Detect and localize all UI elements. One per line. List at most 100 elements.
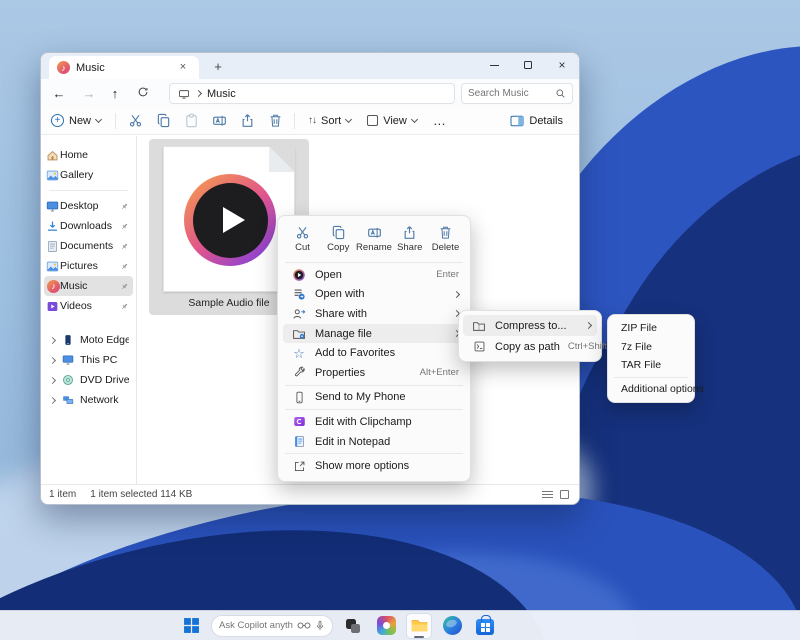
sidebar-item-downloads[interactable]: Downloads	[44, 216, 133, 236]
sidebar-item-label: Desktop	[60, 200, 114, 212]
mic-icon[interactable]	[315, 620, 325, 632]
breadcrumb-chevron-icon	[195, 90, 202, 97]
close-button[interactable]: ×	[545, 53, 579, 77]
submenu-item-compress-to[interactable]: Compress to...	[463, 315, 597, 336]
task-view-icon	[344, 617, 362, 635]
submenu-item-zip-file[interactable]: ZIP File	[612, 319, 690, 338]
copy-button[interactable]	[149, 109, 177, 133]
sidebar-gap	[41, 316, 136, 330]
menu-item-send-to-my-phone[interactable]: Send to My Phone	[283, 388, 465, 408]
menu-item-show-more-options[interactable]: Show more options	[283, 456, 465, 476]
menu-item-label: Share with	[315, 308, 446, 320]
large-icons-view-icon[interactable]	[560, 490, 569, 499]
sidebar-item-videos[interactable]: Videos	[44, 296, 133, 316]
submenu-item-tar-file[interactable]: TAR File	[612, 356, 690, 375]
delete-quick-button[interactable]: Delete	[428, 222, 463, 256]
microsoft-store-button[interactable]	[472, 613, 498, 639]
breadcrumb-location[interactable]: Music	[207, 88, 236, 100]
menu-item-properties[interactable]: Properties Alt+Enter	[283, 363, 465, 383]
expand-chevron-icon[interactable]	[48, 398, 56, 403]
sidebar-item-documents[interactable]: Documents	[44, 236, 133, 256]
tab-music[interactable]: ♪ Music ×	[49, 56, 199, 79]
expand-chevron-icon[interactable]	[48, 378, 56, 383]
sidebar-item-home[interactable]: Home	[44, 145, 133, 165]
search-input[interactable]	[468, 88, 555, 99]
command-toolbar: + New ↑↓	[41, 107, 579, 135]
task-view-button[interactable]	[340, 613, 366, 639]
refresh-button[interactable]	[131, 86, 155, 101]
taskbar-search[interactable]	[211, 615, 333, 637]
new-button[interactable]: + New	[41, 109, 110, 133]
sidebar-item-this-pc[interactable]: This PC	[44, 350, 133, 370]
clipchamp-icon	[291, 415, 307, 428]
sort-button[interactable]: ↑↓ Sort	[300, 109, 359, 133]
sidebar-item-dvd-drive[interactable]: DVD Drive (D:) CCC	[44, 370, 133, 390]
sidebar-item-label: Videos	[60, 300, 114, 312]
photos-app-button[interactable]	[373, 613, 399, 639]
sidebar-divider	[49, 190, 128, 191]
details-view-icon[interactable]	[542, 491, 553, 498]
view-button[interactable]: View	[359, 109, 425, 133]
edge-browser-button[interactable]	[439, 613, 465, 639]
menu-item-open[interactable]: Open Enter	[283, 265, 465, 285]
downloads-icon	[46, 220, 59, 233]
menu-item-shortcut: Alt+Enter	[420, 367, 459, 378]
sidebar-item-pictures[interactable]: Pictures	[44, 256, 133, 276]
back-button[interactable]: ←	[47, 86, 71, 101]
menu-item-edit-with-clipchamp[interactable]: Edit with Clipchamp	[283, 412, 465, 432]
submenu-item-copy-as-path[interactable]: Copy as path Ctrl+Shift+C	[463, 336, 597, 357]
minimize-button[interactable]	[477, 53, 511, 77]
rename-button[interactable]	[205, 109, 233, 133]
menu-item-share-with[interactable]: Share with	[283, 304, 465, 324]
forward-button[interactable]: →	[77, 86, 101, 101]
more-options-button[interactable]: …	[425, 109, 454, 133]
new-tab-button[interactable]: +	[209, 58, 227, 76]
item-count: 1 item	[49, 489, 76, 500]
search-box[interactable]	[461, 83, 573, 104]
maximize-button[interactable]	[511, 53, 545, 77]
audio-play-icon	[184, 174, 276, 266]
sidebar-item-desktop[interactable]: Desktop	[44, 196, 133, 216]
photos-icon	[377, 616, 396, 635]
menu-item-open-with[interactable]: Open with	[283, 285, 465, 305]
file-explorer-button[interactable]	[406, 613, 432, 639]
menu-item-edit-in-notepad[interactable]: Edit in Notepad	[283, 432, 465, 452]
sidebar-item-network[interactable]: Network	[44, 390, 133, 410]
taskbar	[0, 610, 800, 640]
desktop-icon	[46, 200, 59, 213]
menu-item-label: Add to Favorites	[315, 347, 459, 359]
up-button[interactable]: ↑	[103, 86, 127, 101]
sidebar-item-gallery[interactable]: Gallery	[44, 165, 133, 185]
maximize-icon	[524, 61, 532, 69]
home-icon	[46, 149, 59, 162]
documents-icon	[46, 240, 59, 253]
cut-button[interactable]	[121, 109, 149, 133]
cut-quick-button[interactable]: Cut	[285, 222, 320, 256]
expand-chevron-icon[interactable]	[48, 338, 56, 343]
tab-close-icon[interactable]: ×	[175, 60, 191, 76]
copy-quick-button[interactable]: Copy	[321, 222, 356, 256]
delete-button[interactable]	[261, 109, 289, 133]
minimize-icon	[490, 65, 499, 66]
paste-icon	[184, 113, 199, 128]
copilot-search-input[interactable]	[219, 620, 293, 631]
details-pane-icon	[510, 115, 524, 127]
menu-item-add-to-favorites[interactable]: ☆ Add to Favorites	[283, 343, 465, 363]
paste-button[interactable]	[177, 109, 205, 133]
start-button[interactable]	[178, 613, 204, 639]
submenu-item-7z-file[interactable]: 7z File	[612, 338, 690, 357]
windows-logo-icon	[183, 617, 200, 634]
cut-icon	[128, 113, 143, 128]
sidebar-item-phone-device[interactable]: Moto Edge 50 Neo	[44, 330, 133, 350]
rename-quick-button[interactable]: Rename	[357, 222, 392, 256]
chevron-down-icon	[95, 115, 102, 122]
details-toggle-button[interactable]: Details	[504, 109, 569, 133]
share-quick-button[interactable]: Share	[392, 222, 427, 256]
submenu-item-additional-options[interactable]: Additional options	[612, 380, 690, 399]
sidebar-item-music[interactable]: ♪ Music	[44, 276, 133, 296]
expand-chevron-icon[interactable]	[48, 358, 56, 363]
menu-item-manage-file[interactable]: Manage file	[283, 324, 465, 344]
share-button[interactable]	[233, 109, 261, 133]
menu-item-label: Open with	[315, 288, 446, 300]
breadcrumb[interactable]: Music	[169, 83, 455, 104]
